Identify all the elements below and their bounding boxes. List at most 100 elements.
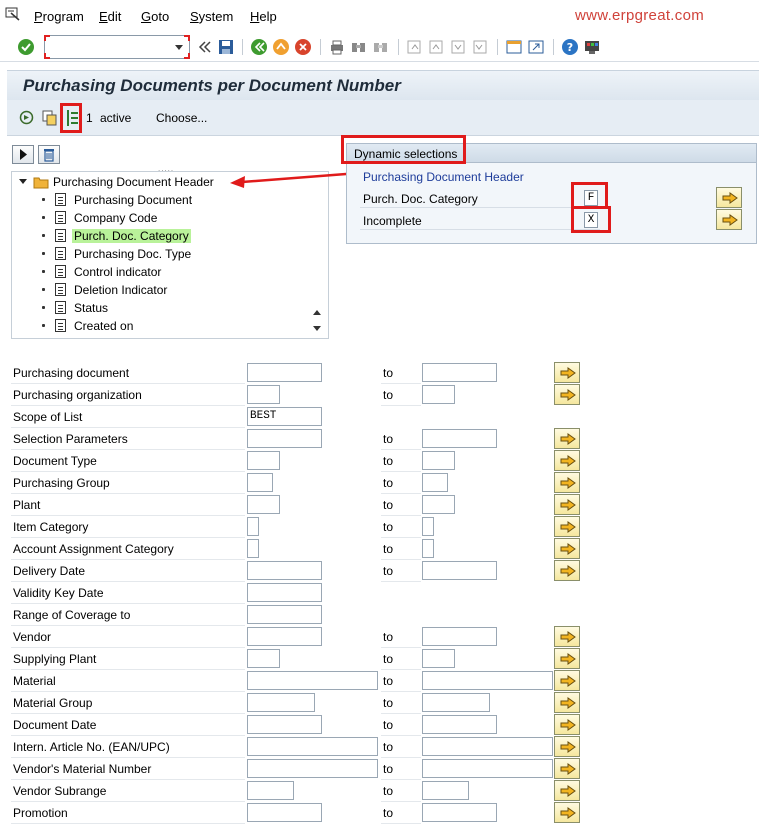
from-value-input[interactable]	[247, 715, 322, 734]
first-page-icon[interactable]	[405, 38, 423, 56]
multiple-selection-button[interactable]	[554, 648, 580, 669]
menu-edit[interactable]: Edit	[99, 9, 121, 24]
to-value-input[interactable]	[422, 451, 455, 470]
expand-triangle-icon[interactable]	[19, 179, 27, 184]
from-value-input[interactable]	[247, 803, 322, 822]
from-value-input[interactable]	[247, 583, 322, 602]
exit-icon[interactable]	[272, 38, 290, 56]
to-value-input[interactable]	[422, 429, 497, 448]
multiple-selection-button[interactable]	[554, 758, 580, 779]
to-value-input[interactable]	[422, 385, 455, 404]
tree-item-deletion-indicator[interactable]: Deletion Indicator	[12, 281, 312, 299]
tree-item-purchasing-document[interactable]: Purchasing Document	[12, 191, 312, 209]
multiple-selection-button[interactable]	[554, 450, 580, 471]
scroll-down-icon[interactable]	[313, 326, 321, 331]
multiple-selection-button[interactable]	[554, 538, 580, 559]
from-value-input[interactable]	[247, 385, 280, 404]
multiple-selection-button[interactable]	[716, 187, 742, 208]
command-field[interactable]	[44, 35, 190, 59]
multiple-selection-button[interactable]	[554, 626, 580, 647]
multiple-selection-button[interactable]	[554, 472, 580, 493]
from-value-input[interactable]	[247, 605, 322, 624]
last-page-icon[interactable]	[471, 38, 489, 56]
shortcut-icon[interactable]	[527, 38, 545, 56]
multiple-selection-button[interactable]	[554, 560, 580, 581]
to-value-input[interactable]	[422, 649, 455, 668]
tree-item-purch-doc-category[interactable]: Purch. Doc. Category	[12, 227, 312, 245]
choose-button[interactable]: Choose...	[156, 111, 207, 125]
from-value-input[interactable]	[247, 495, 280, 514]
multiple-selection-button[interactable]	[554, 384, 580, 405]
dynamic-selections-icon[interactable]	[65, 109, 79, 127]
multiple-selection-button[interactable]	[554, 670, 580, 691]
from-value-input[interactable]	[247, 781, 294, 800]
to-value-input[interactable]	[422, 517, 434, 536]
scroll-up-icon[interactable]	[313, 310, 321, 315]
previous-page-icon[interactable]	[427, 38, 445, 56]
system-menu-icon[interactable]	[5, 7, 21, 21]
to-value-input[interactable]	[422, 539, 434, 558]
execute-icon[interactable]	[18, 109, 35, 126]
to-value-input[interactable]	[422, 737, 553, 756]
from-value-input[interactable]	[247, 451, 280, 470]
multiple-selection-button[interactable]	[554, 428, 580, 449]
to-value-input[interactable]	[422, 759, 553, 778]
cancel-icon[interactable]	[294, 38, 312, 56]
to-value-input[interactable]	[422, 803, 497, 822]
from-value-input[interactable]	[247, 539, 259, 558]
help-icon[interactable]: ?	[561, 38, 579, 56]
tree-item-control-indicator[interactable]: Control indicator	[12, 263, 312, 281]
to-value-input[interactable]	[422, 671, 553, 690]
from-value-input[interactable]	[247, 671, 378, 690]
save-icon[interactable]	[217, 38, 235, 56]
from-value-input[interactable]	[247, 363, 322, 382]
create-session-icon[interactable]	[505, 38, 523, 56]
tree-item-company-code[interactable]: Company Code	[12, 209, 312, 227]
from-value-input[interactable]	[247, 627, 322, 646]
from-value-input[interactable]	[247, 429, 322, 448]
to-value-input[interactable]	[422, 693, 490, 712]
multiple-selection-button[interactable]	[554, 714, 580, 735]
from-value-input[interactable]	[247, 517, 259, 536]
to-value-input[interactable]	[422, 781, 469, 800]
to-value-input[interactable]	[422, 495, 455, 514]
customize-layout-icon[interactable]	[583, 38, 601, 56]
multiple-selection-button[interactable]	[554, 362, 580, 383]
multiple-selection-button[interactable]	[554, 516, 580, 537]
tree-item-purchasing-doc-type[interactable]: Purchasing Doc. Type	[12, 245, 312, 263]
back-icon[interactable]	[250, 38, 268, 56]
to-value-input[interactable]	[422, 473, 448, 492]
from-value-input[interactable]	[247, 561, 322, 580]
delete-button[interactable]	[38, 145, 60, 164]
find-icon[interactable]	[350, 38, 368, 56]
menu-help[interactable]: Help	[250, 9, 277, 24]
from-value-input[interactable]	[247, 737, 378, 756]
tree-item-created-on[interactable]: Created on	[12, 317, 312, 335]
from-value-input[interactable]	[247, 649, 280, 668]
menu-goto[interactable]: Goto	[141, 9, 169, 24]
to-value-input[interactable]	[422, 627, 497, 646]
print-icon[interactable]	[328, 38, 346, 56]
to-value-input[interactable]	[422, 715, 497, 734]
multiple-selection-button[interactable]	[554, 494, 580, 515]
menu-program[interactable]: Program	[34, 9, 84, 24]
find-next-icon[interactable]	[372, 38, 390, 56]
multiple-selection-button[interactable]	[554, 736, 580, 757]
next-page-icon[interactable]	[449, 38, 467, 56]
multiple-selection-button[interactable]	[554, 692, 580, 713]
to-value-input[interactable]	[422, 561, 497, 580]
multiple-selection-button[interactable]	[554, 802, 580, 823]
from-value-input[interactable]	[247, 473, 273, 492]
menu-system[interactable]: System	[190, 9, 233, 24]
get-variant-icon[interactable]	[41, 109, 58, 126]
from-value-input[interactable]	[247, 759, 378, 778]
multiple-selection-button[interactable]	[716, 209, 742, 230]
chevron-down-icon[interactable]	[175, 45, 183, 50]
tree-item-status[interactable]: Status	[12, 299, 312, 317]
enter-checkmark-icon[interactable]	[17, 38, 35, 56]
transfer-button[interactable]	[12, 145, 34, 164]
multiple-selection-button[interactable]	[554, 780, 580, 801]
double-chevron-left-icon[interactable]	[196, 38, 214, 56]
from-value-input[interactable]	[247, 693, 315, 712]
to-value-input[interactable]	[422, 363, 497, 382]
